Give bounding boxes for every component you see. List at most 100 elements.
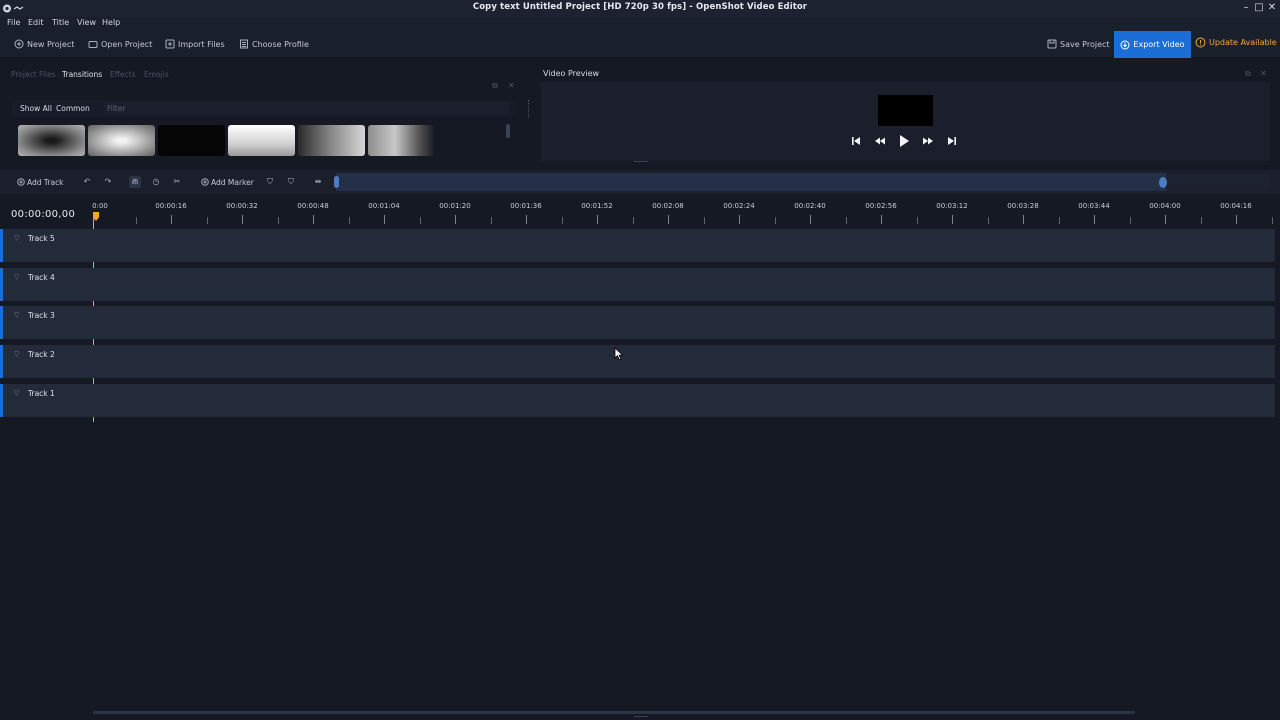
track-row: ▽ Track 1 [0,384,1275,417]
filter-show-all[interactable]: Show All [20,104,52,113]
add-marker-label: Add Marker [211,177,254,187]
chevron-down-icon[interactable]: ▽ [14,311,19,319]
chevron-down-icon[interactable]: ▽ [14,234,19,242]
transition-thumbnail[interactable] [368,125,435,156]
ruler-minor-tick [916,217,918,224]
close-button[interactable]: ✕ [1266,2,1278,14]
preview-close-icon[interactable]: ✕ [1260,69,1267,78]
player-controls [848,133,963,149]
center-playhead-icon[interactable]: ⇹ [312,176,324,188]
transition-thumbnail[interactable] [88,125,155,156]
timing-icon[interactable]: ◷ [150,176,162,188]
ruler-tick [810,215,811,224]
video-preview-title: Video Preview [543,69,600,78]
update-available-button[interactable]: Update Available [1195,37,1277,48]
timeline-zoom-slider[interactable] [336,173,1166,191]
transition-thumbnail[interactable] [18,125,85,156]
ruler-tick [242,215,243,224]
video-preview-screen [878,95,933,126]
ruler-minor-tick [419,217,421,224]
skip-to-start-icon[interactable] [848,133,864,149]
tab-transitions[interactable]: Transitions [62,70,102,79]
rewind-icon[interactable] [872,133,888,149]
track-header[interactable]: ▽ Track 4 [3,268,92,301]
ruler-tick [526,215,527,224]
export-icon [1120,40,1130,49]
ruler-minor-tick [845,217,847,224]
dock-resize-handle[interactable] [528,100,530,118]
track-lane[interactable] [94,306,1275,339]
ruler-minor-tick [774,217,776,224]
preview-float-icon[interactable]: ⧉ [1245,69,1251,79]
ruler-tick [1023,215,1024,224]
chevron-down-icon[interactable]: ▽ [14,389,19,397]
panel-splitter[interactable] [634,161,648,163]
new-project-label: New Project [27,39,75,49]
track-header[interactable]: ▽ Track 1 [3,384,92,417]
ruler-label: 00:00:48 [297,202,329,210]
track-lane[interactable] [94,345,1275,378]
marker-icon [201,178,209,186]
export-video-button[interactable]: Export Video [1114,31,1191,58]
next-marker-icon[interactable]: ⛉ [285,176,297,188]
redo-icon[interactable]: ↷ [102,176,114,188]
track-row: ▽ Track 4 [0,268,1275,301]
track-lane[interactable] [94,229,1275,262]
save-project-button[interactable]: Save Project [1047,37,1110,51]
zoom-handle-left[interactable] [334,176,339,188]
plus-circle-icon [17,178,25,186]
menu-title[interactable]: Title [52,18,69,27]
track-header[interactable]: ▽ Track 2 [3,345,92,378]
timeline-zoom-remainder [1166,173,1270,191]
tab-emojis[interactable]: Emojis [144,70,169,79]
track-header[interactable]: ▽ Track 3 [3,306,92,339]
ruler-label: 00:00:32 [226,202,258,210]
ruler-minor-tick [490,217,492,224]
previous-marker-icon[interactable]: ⛉ [264,176,276,188]
zoom-handle-right[interactable] [1159,177,1167,188]
snap-icon[interactable]: ⋒ [129,176,141,188]
tab-project-files[interactable]: Project Files [11,70,56,79]
track-header[interactable]: ▽ Track 5 [3,229,92,262]
add-track-button[interactable]: Add Track [17,177,64,187]
dock-float-icon[interactable]: ⧉ [492,81,498,91]
import-files-button[interactable]: Import Files [165,37,225,51]
menu-bar: File Edit Title View Help [0,17,1280,31]
menu-file[interactable]: File [7,18,20,27]
track-lane[interactable] [94,268,1275,301]
choose-profile-button[interactable]: Choose Profile [239,37,309,51]
play-icon[interactable] [896,133,912,149]
open-project-button[interactable]: Open Project [88,37,152,51]
menu-edit[interactable]: Edit [28,18,44,27]
ruler-tick [881,215,882,224]
minimize-button[interactable]: – [1240,2,1252,14]
track-lane[interactable] [94,384,1275,417]
ruler-label: 00:03:44 [1078,202,1110,210]
track-label: Track 5 [28,234,55,243]
track-label: Track 1 [28,389,55,398]
dock-scrollbar[interactable] [506,124,510,138]
save-project-label: Save Project [1060,39,1110,49]
timeline-horizontal-scrollbar[interactable] [93,711,1135,714]
dock-close-icon[interactable]: ✕ [508,81,515,90]
filter-common[interactable]: Common [56,104,90,113]
chevron-down-icon[interactable]: ▽ [14,273,19,281]
chevron-down-icon[interactable]: ▽ [14,350,19,358]
menu-view[interactable]: View [77,18,96,27]
skip-to-end-icon[interactable] [944,133,960,149]
transition-thumbnail[interactable] [228,125,295,156]
menu-help[interactable]: Help [102,18,120,27]
filter-input[interactable]: Filter [104,102,509,115]
undo-icon[interactable]: ↶ [81,176,93,188]
fast-forward-icon[interactable] [920,133,936,149]
transition-thumbnail[interactable] [158,125,225,156]
add-marker-button[interactable]: Add Marker [201,177,254,187]
transition-thumbnail[interactable] [298,125,365,156]
new-project-button[interactable]: New Project [14,37,74,51]
timeline-ruler[interactable]: 0:00 00:00:16 00:00:32 00:00:48 00:01:04 00:0… [92,200,1280,228]
razor-icon[interactable]: ✂ [171,176,183,188]
maximize-button[interactable]: □ [1253,2,1265,14]
bottom-resize-grip[interactable] [634,716,648,717]
track-row: ▽ Track 2 [0,345,1275,378]
tab-effects[interactable]: Effects [110,70,136,79]
